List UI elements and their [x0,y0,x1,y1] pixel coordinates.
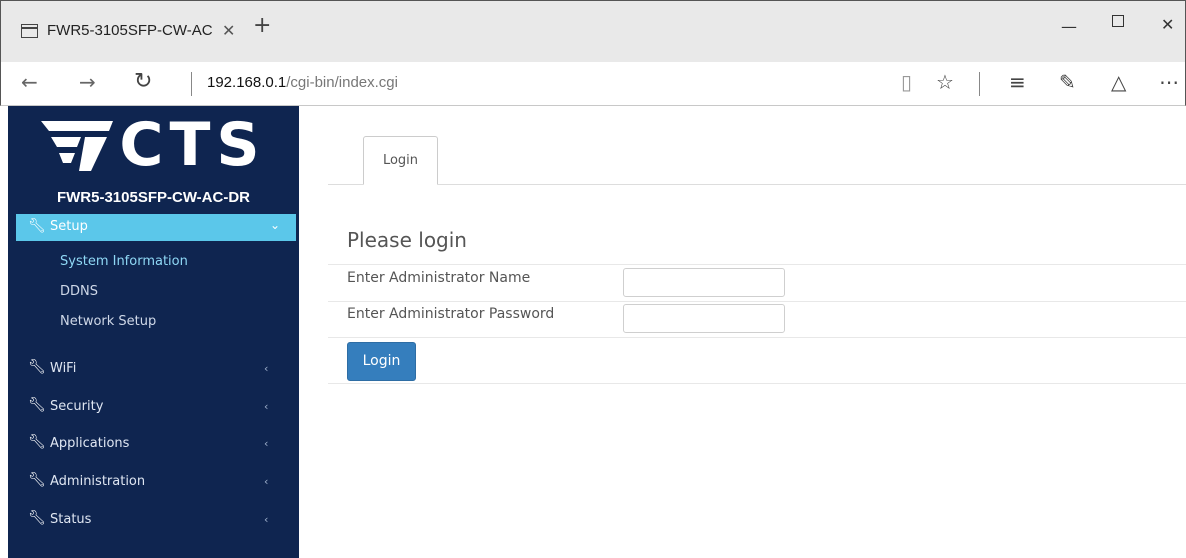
row-divider [328,337,1186,338]
sidebar-item-status[interactable]: 🔧︎ Status ‹ [16,507,286,533]
row-divider [328,383,1186,384]
chevron-left-icon: ‹ [264,475,269,488]
web-note-icon[interactable]: ✎ [1059,71,1076,93]
row-divider [328,264,1186,265]
browser-titlebar: FWR5-3105SFP-CW-AC ✕ + — ✕ [0,0,1186,62]
back-arrow-icon[interactable]: ← [21,72,38,92]
chevron-left-icon: ‹ [264,437,269,450]
device-model: FWR5-3105SFP-CW-AC-DR [56,189,251,206]
address-bar[interactable]: 192.168.0.1/cgi-bin/index.cgi [207,74,398,91]
url-host: 192.168.0.1 [207,74,287,91]
tab-title: FWR5-3105SFP-CW-AC [47,22,213,39]
share-icon[interactable]: △ [1111,71,1126,93]
sidebar-item-administration[interactable]: 🔧︎ Administration ‹ [16,469,286,495]
chevron-left-icon: ‹ [264,362,269,375]
toolbar-divider [979,72,980,96]
admin-name-label: Enter Administrator Name [347,270,531,286]
close-window-button[interactable]: ✕ [1161,15,1174,34]
submenu-item-system-information[interactable]: System Information [60,254,188,269]
browser-navbar: ← → ↻ 192.168.0.1/cgi-bin/index.cgi ▯ ☆ … [0,62,1186,106]
wrench-icon: 🔧︎ [28,397,46,413]
url-path: /cgi-bin/index.cgi [286,74,398,91]
tabs-divider [328,184,1186,185]
more-icon[interactable]: ⋯ [1159,71,1179,93]
reading-view-icon[interactable]: ▯ [901,71,912,93]
forward-arrow-icon[interactable]: → [79,72,96,92]
tab-login[interactable]: Login [363,136,438,185]
maximize-button[interactable] [1112,15,1124,27]
sidebar: CTS FWR5-3105SFP-CW-AC-DR 🔧︎ Setup ⌄ Sys… [8,106,299,558]
sidebar-item-setup[interactable]: 🔧︎ Setup ⌄ [16,214,296,241]
wrench-icon: 🔧︎ [28,510,46,526]
wrench-icon: 🔧︎ [28,434,46,450]
logo: CTS [8,106,299,184]
browser-tab[interactable]: FWR5-3105SFP-CW-AC ✕ [9,11,241,53]
close-tab-icon[interactable]: ✕ [222,21,235,40]
chevron-left-icon: ‹ [264,513,269,526]
logo-mark-icon [41,117,114,173]
logo-text: CTS [119,110,266,180]
page-title: Please login [347,228,467,252]
wrench-icon: 🔧︎ [28,472,46,488]
sidebar-item-label: WiFi [50,361,77,376]
navbar-divider [191,72,192,96]
sidebar-item-label: Administration [50,474,146,489]
wrench-icon: 🔧︎ [28,359,46,375]
admin-password-label: Enter Administrator Password [347,306,555,322]
sidebar-item-label: Status [50,512,92,527]
chevron-left-icon: ‹ [264,400,269,413]
hub-icon[interactable]: ≡ [1009,71,1026,93]
sidebar-item-wifi[interactable]: 🔧︎ WiFi ‹ [16,356,286,382]
sidebar-item-security[interactable]: 🔧︎ Security ‹ [16,394,286,420]
login-button[interactable]: Login [347,342,416,381]
admin-name-field[interactable] [623,268,785,297]
sidebar-item-applications[interactable]: 🔧︎ Applications ‹ [16,431,286,457]
sidebar-item-label: Security [50,399,104,414]
row-divider [328,301,1186,302]
sidebar-item-label: Applications [50,436,130,451]
sidebar-item-label: Setup [50,219,88,234]
chevron-down-icon: ⌄ [269,218,280,232]
admin-password-field[interactable] [623,304,785,333]
page-favicon-icon [21,24,38,38]
main-content: Login Please login Enter Administrator N… [299,106,1186,558]
wrench-icon: 🔧︎ [28,218,46,234]
minimize-button[interactable]: — [1061,17,1077,36]
refresh-icon[interactable]: ↻ [134,71,152,93]
submenu-item-network-setup[interactable]: Network Setup [60,314,156,329]
star-icon[interactable]: ☆ [936,71,954,93]
submenu-item-ddns[interactable]: DDNS [60,284,98,299]
new-tab-button[interactable]: + [253,15,271,37]
